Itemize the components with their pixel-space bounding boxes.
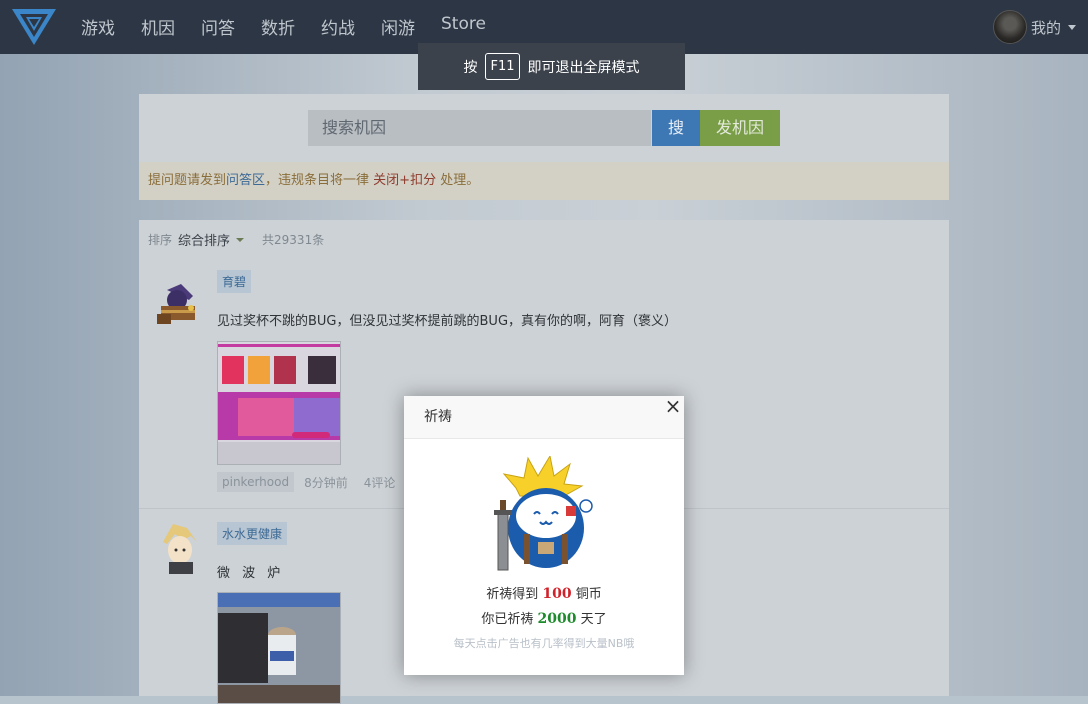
user-menu-label[interactable]: 我的 <box>1031 17 1061 38</box>
notice-text: 提问题请发到 <box>148 173 227 188</box>
site-logo-icon[interactable] <box>10 5 58 49</box>
post-image-graphic <box>218 342 340 464</box>
banner-text: 即可退出全屏模式 <box>527 59 640 76</box>
notice-penalty: 关闭+扣分 <box>373 173 437 188</box>
sort-bar: 排序 综合排序 共29331条 <box>148 230 324 249</box>
days-suffix: 天了 <box>580 612 607 627</box>
post-time: 8分钟前 <box>304 475 348 490</box>
pray-dialog: 祈祷 × 祈祷得到 100 铜币 你已祈祷 2000 天了 每天点击广告也有几率… <box>404 394 684 675</box>
total-count: 共29331条 <box>262 233 325 247</box>
reward-prefix: 祈祷得到 <box>486 587 539 602</box>
avatar[interactable] <box>153 522 205 574</box>
coin-reward-line: 祈祷得到 100 铜币 <box>404 583 684 602</box>
post-meta: pinkerhood 8分钟前 4评论 <box>217 472 395 492</box>
post-text[interactable]: 微 波 炉 <box>217 562 284 581</box>
chevron-down-icon <box>236 237 245 242</box>
nav-item-battle[interactable]: 约战 <box>321 14 355 39</box>
ad-hint: 每天点击广告也有几率得到大量NB哦 <box>453 637 635 650</box>
post-tag[interactable]: 水水更健康 <box>217 522 288 545</box>
days-prefix: 你已祈祷 <box>481 612 534 627</box>
post-tag[interactable]: 育碧 <box>217 270 252 293</box>
post-jiyin-button[interactable]: 发机因 <box>700 110 780 146</box>
post-comments[interactable]: 4评论 <box>364 474 396 491</box>
mascot-image <box>494 456 593 571</box>
notice-text: 处理。 <box>436 173 480 188</box>
close-icon[interactable]: × <box>664 394 682 418</box>
sort-label: 排序 <box>148 233 173 247</box>
search-input[interactable]: 搜索机因 <box>308 110 651 146</box>
post-text[interactable]: 见过奖杯不跳的BUG，但没见过奖杯提前跳的BUG，真有你的啊，阿育（褒义） <box>217 310 677 329</box>
nav-item-jiyin[interactable]: 机因 <box>141 14 175 39</box>
search-panel: 搜索机因 搜 发机因 提问题请发到问答区，违规条目将一律 关闭+扣分 处理。 <box>139 94 949 200</box>
avatar[interactable] <box>992 10 1027 44</box>
nav-item-deals[interactable]: 数折 <box>261 14 295 39</box>
post-username[interactable]: pinkerhood <box>217 472 295 492</box>
qa-link[interactable]: 问答区 <box>226 173 265 188</box>
post-image[interactable] <box>217 341 341 465</box>
reward-amount: 100 <box>542 586 572 602</box>
f11-key: F11 <box>485 53 520 80</box>
nav-item-games[interactable]: 游戏 <box>81 14 115 39</box>
chevron-down-icon <box>1068 24 1076 30</box>
nav-item-store[interactable]: Store <box>441 14 486 34</box>
avatar[interactable] <box>153 280 205 332</box>
search-button[interactable]: 搜 <box>652 110 700 146</box>
fullscreen-banner: 按 F11 即可退出全屏模式 <box>418 43 685 90</box>
sort-dropdown[interactable]: 综合排序 <box>178 230 230 249</box>
nav-item-xianyou[interactable]: 闲游 <box>381 14 415 39</box>
notice-text: ，违规条目将一律 <box>265 173 374 188</box>
reward-suffix: 铜币 <box>575 587 602 602</box>
nav-item-qa[interactable]: 问答 <box>201 14 235 39</box>
pray-days-line: 你已祈祷 2000 天了 <box>404 608 684 627</box>
dialog-title: 祈祷 <box>404 396 684 439</box>
notice-bar: 提问题请发到问答区，违规条目将一律 关闭+扣分 处理。 <box>139 162 949 200</box>
days-count: 2000 <box>537 611 577 627</box>
post-image-graphic <box>218 593 340 703</box>
banner-text: 按 <box>463 59 478 76</box>
post-image[interactable] <box>217 592 341 704</box>
user-menu[interactable]: 我的 <box>992 10 1076 44</box>
